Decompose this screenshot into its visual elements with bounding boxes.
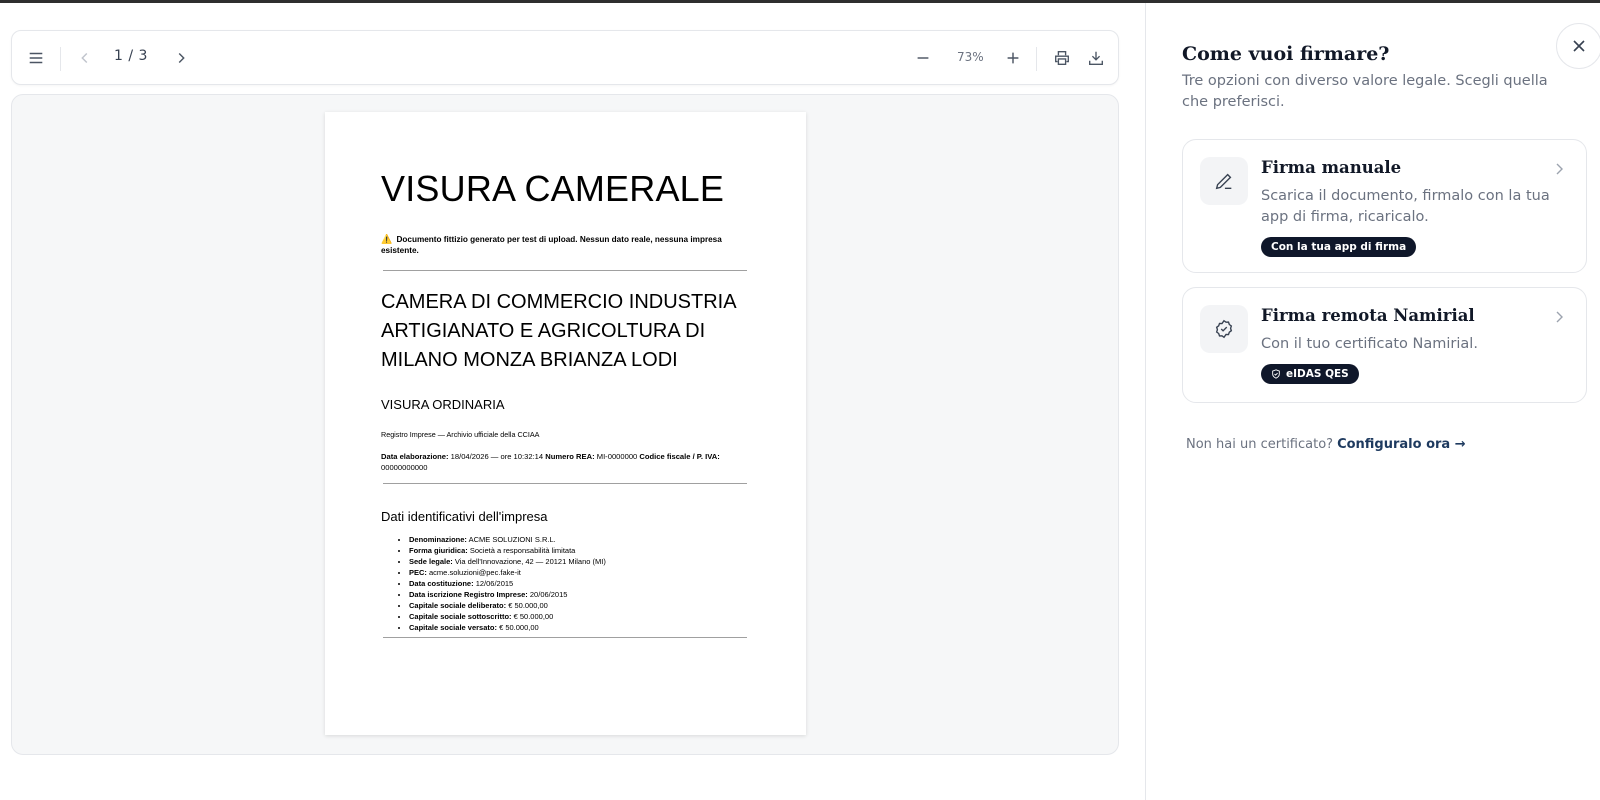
list-item: Sede legale: Via dell'Innovazione, 42 — … <box>409 556 606 567</box>
chevron-right-icon <box>1556 311 1563 323</box>
page-indicator: 1 / 3 <box>114 48 148 64</box>
menu-icon[interactable] <box>21 43 51 73</box>
document-page: VISURA CAMERALE ⚠️ Documento fittizio ge… <box>325 112 806 735</box>
viewer-toolbar: 1 / 3 73% <box>11 30 1119 85</box>
download-icon <box>1089 51 1103 65</box>
zoom-in-button[interactable] <box>998 43 1028 73</box>
close-icon <box>1573 40 1585 52</box>
zoom-out-button[interactable] <box>908 43 938 73</box>
toolbar-divider <box>1036 47 1037 71</box>
badge-check-icon <box>1200 305 1248 353</box>
chevron-left-icon[interactable] <box>70 43 100 73</box>
option-remote-namirial[interactable]: Firma remota Namirial Con il tuo certifi… <box>1182 287 1587 403</box>
list-item: Denominazione: ACME SOLUZIONI S.R.L. <box>409 534 606 545</box>
print-button[interactable] <box>1047 43 1077 73</box>
meta-value: 18/04/2026 — ore 10:32:14 <box>450 452 544 461</box>
warning-icon: ⚠️ <box>381 234 393 244</box>
option-badge: eIDAS QES <box>1261 364 1359 384</box>
meta-label: Numero REA: <box>545 452 595 461</box>
list-item: Forma giuridica: Società a responsabilit… <box>409 545 606 556</box>
list-item: Capitale sociale deliberato: € 50.000,00 <box>409 600 606 611</box>
pdf-viewer: 1 / 3 73% VISURA CAMERALE ⚠️ Documento f… <box>0 3 1145 800</box>
document-canvas[interactable]: VISURA CAMERALE ⚠️ Documento fittizio ge… <box>11 94 1119 755</box>
meta-label: Data elaborazione: <box>381 452 449 461</box>
option-manual-signature[interactable]: Firma manuale Scarica il documento, firm… <box>1182 139 1587 273</box>
plus-icon <box>1007 52 1019 64</box>
option-title: Firma manuale <box>1261 158 1402 177</box>
badge-label: eIDAS QES <box>1286 368 1349 380</box>
divider <box>383 270 747 271</box>
minus-icon <box>917 57 929 59</box>
toolbar-divider <box>60 47 61 71</box>
document-warning: ⚠️ Documento fittizio generato per test … <box>381 234 741 256</box>
badge-label: Con la tua app di firma <box>1271 241 1407 253</box>
pen-icon <box>1200 157 1248 205</box>
option-badge: Con la tua app di firma <box>1261 237 1417 257</box>
panel-title: Come vuoi firmare? <box>1182 43 1390 65</box>
chamber-name: CAMERA DI COMMERCIO INDUSTRIA ARTIGIANAT… <box>381 291 736 371</box>
visura-type: VISURA ORDINARIA <box>381 397 505 412</box>
printer-icon <box>1055 51 1069 65</box>
option-title: Firma remota Namirial <box>1261 306 1475 325</box>
meta-value: 00000000000 <box>381 463 428 472</box>
chevron-right-icon <box>1556 163 1563 175</box>
list-item: Data costituzione: 12/06/2015 <box>409 578 606 589</box>
list-item: PEC: acme.soluzioni@pec.fake-it <box>409 567 606 578</box>
list-item: Capitale sociale sottoscritto: € 50.000,… <box>409 611 606 622</box>
divider <box>383 637 747 638</box>
company-details-list: Denominazione: ACME SOLUZIONI S.R.L. For… <box>409 534 606 633</box>
configure-link[interactable]: Configuralo ora → <box>1337 437 1466 452</box>
divider <box>383 483 747 484</box>
meta-label: Codice fiscale / P. IVA: <box>639 452 720 461</box>
close-button[interactable] <box>1556 23 1600 69</box>
option-description: Con il tuo certificato Namirial. <box>1261 336 1478 352</box>
document-meta: Data elaborazione: 18/04/2026 — ore 10:3… <box>381 451 751 473</box>
registry-line: Registro Imprese — Archivio ufficiale de… <box>381 430 540 439</box>
hint-text: Non hai un certificato? <box>1186 437 1334 452</box>
section-title: Dati identificativi dell'impresa <box>381 509 548 524</box>
document-title: VISURA CAMERALE <box>381 168 725 209</box>
list-item: Data iscrizione Registro Imprese: 20/06/… <box>409 589 606 600</box>
panel-subtitle: Tre opzioni con diverso valore legale. S… <box>1182 73 1548 110</box>
list-item: Capitale sociale versato: € 50.000,00 <box>409 622 606 633</box>
download-button[interactable] <box>1081 43 1111 73</box>
chevron-right-icon[interactable] <box>166 43 196 73</box>
sign-panel: Come vuoi firmare? Tre opzioni con diver… <box>1145 3 1600 800</box>
option-description: Scarica il documento, firmalo con la tua… <box>1261 188 1550 225</box>
shield-icon <box>1272 369 1280 379</box>
zoom-level: 73% <box>957 50 984 64</box>
no-certificate-hint: Non hai un certificato? Configuralo ora → <box>1186 437 1466 452</box>
meta-value: MI-0000000 <box>596 452 638 461</box>
warning-text: Documento fittizio generato per test di … <box>381 235 722 255</box>
